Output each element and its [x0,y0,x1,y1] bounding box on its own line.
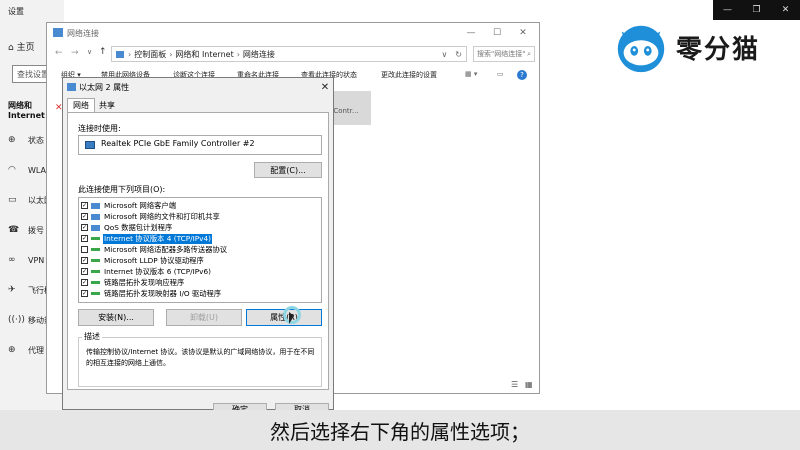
client-icon [91,202,100,209]
brand-name: 零分猫 [676,34,761,65]
address-bar-row: ← → ∨ ↑ › 控制面板 › 网络和 Internet › 网络连接 ∨ ↻… [47,43,539,65]
address-box[interactable]: › 控制面板 › 网络和 Internet › 网络连接 ∨ ↻ [111,46,467,62]
view-options-icon[interactable]: ▦ ▾ [465,70,477,78]
list-item[interactable]: Microsoft 网络适配器多路传送器协议 [81,244,317,255]
explorer-search-input[interactable]: 搜索"网络连接" ⌕ [473,46,535,62]
settings-title: 设置 [8,7,24,16]
list-item[interactable]: ✓ Microsoft 网络的文件和打印机共享 [81,211,317,222]
settings-nav-label: 代理 [28,345,44,355]
change-settings-command[interactable]: 更改此连接的设置 [381,70,437,80]
search-icon: ⌕ [527,49,531,58]
home-icon: ⌂ [8,43,17,53]
explorer-titlebar: 网络连接 — ☐ ✕ [47,23,539,43]
list-item[interactable]: ✓ 链路层拓扑发现映射器 I/O 驱动程序 [81,288,317,299]
ethernet-icon: ▭ [8,195,17,205]
protocol-icon [91,281,100,284]
configure-button[interactable]: 配置(C)... [254,162,322,178]
breadcrumb-control-panel[interactable]: 控制面板 [134,49,166,60]
list-item[interactable]: ✓ 链路层拓扑发现响应程序 [81,277,317,288]
dialog-title: 以太网 2 属性 [79,83,130,92]
address-dropdown-icon[interactable]: ∨ [441,50,447,59]
uninstall-button[interactable]: 卸载(U) [166,309,242,326]
details-view-icon[interactable]: ☰ [511,380,518,389]
explorer-maximize-button[interactable]: ☐ [485,25,509,41]
back-arrow-icon[interactable]: ← [55,48,63,58]
hotspot-icon: ((·)) [8,315,25,325]
settings-nav-label: VPN [28,255,45,265]
list-item[interactable]: ✓ Microsoft LLDP 协议驱动程序 [81,255,317,266]
breadcrumb-network-internet[interactable]: 网络和 Internet [175,49,233,60]
protocol-icon [91,270,100,273]
mouse-pointer-icon [289,312,294,324]
tiles-view-icon[interactable]: ▦ [525,380,533,389]
explorer-title: 网络连接 [67,29,99,38]
brand-logo: 零分猫 [612,16,792,78]
service-icon [91,213,100,220]
item-checkbox[interactable]: ✓ [81,213,88,220]
cat-mascot-icon [617,25,665,73]
item-checkbox[interactable] [81,246,88,253]
vpn-icon: ∞ [8,255,16,265]
refresh-icon[interactable]: ↻ [455,50,462,59]
forward-arrow-icon[interactable]: → [71,48,79,58]
settings-home-link[interactable]: ⌂ 主页 [8,40,35,53]
list-item[interactable]: ✓ Internet 协议版本 6 (TCP/IPv6) [81,266,317,277]
service-icon [91,224,100,231]
network-adapter-icon [85,141,95,149]
protocol-icon [91,248,100,251]
wifi-icon: ◠ [8,165,16,175]
airplane-icon: ✈ [8,285,16,295]
breadcrumb-network-connections[interactable]: 网络连接 [243,49,275,60]
item-checkbox[interactable]: ✓ [81,279,88,286]
protocol-icon [91,259,100,262]
preview-pane-icon[interactable]: ▭ [497,70,504,78]
connect-using-label: 连接时使用: [78,124,121,133]
proxy-icon: ⊕ [8,345,16,355]
subtitle-bar: 然后选择右下角的属性选项； [0,410,800,450]
list-item[interactable]: ✓ Microsoft 网络客户端 [81,200,317,211]
network-tab-panel: 连接时使用: Realtek PCIe GbE Family Controlle… [67,112,329,390]
dialup-icon: ☎ [8,225,20,235]
dialog-close-button[interactable]: ✕ [317,80,333,94]
item-checkbox[interactable]: ✓ [81,202,88,209]
item-checkbox[interactable]: ✓ [81,290,88,297]
items-list[interactable]: ✓ Microsoft 网络客户端 ✓ Microsoft 网络的文件和打印机共享 … [78,197,322,303]
protocol-icon [91,292,100,295]
adapter-name-field: Realtek PCIe GbE Family Controller #2 [78,135,322,155]
item-checkbox[interactable]: ✓ [81,235,88,242]
list-item-ipv4[interactable]: ✓ Internet 协议版本 4 (TCP/IPv4) [81,233,317,244]
globe-icon: ⊕ [8,135,16,145]
dialog-network-icon [67,83,76,91]
help-icon[interactable]: ? [517,70,527,80]
description-legend: 描述 [82,331,102,342]
tab-network[interactable]: 网络 [67,98,95,113]
description-text: 传输控制协议/Internet 协议。该协议是默认的广域网络协议，用于在不同的相… [86,348,315,367]
recent-dropdown-icon[interactable]: ∨ [87,48,92,56]
list-item[interactable]: ✓ QoS 数据包计划程序 [81,222,317,233]
explorer-minimize-button[interactable]: — [459,25,483,41]
network-folder-icon [53,28,63,37]
items-list-label: 此连接使用下列项目(O): [78,185,166,194]
item-checkbox[interactable]: ✓ [81,268,88,275]
explorer-close-button[interactable]: ✕ [511,25,535,41]
subtitle-text: 然后选择右下角的属性选项； [270,419,530,444]
protocol-icon [91,237,100,240]
item-checkbox[interactable]: ✓ [81,224,88,231]
settings-nav-label: 状态 [28,135,44,145]
ethernet-properties-dialog: 以太网 2 属性 ✕ 网络 共享 连接时使用: Realtek PCIe GbE… [62,77,334,415]
up-arrow-icon[interactable]: ↑ [99,47,107,57]
item-checkbox[interactable]: ✓ [81,257,88,264]
settings-nav-label: 拨号 [28,225,44,235]
control-panel-icon [116,50,124,58]
install-button[interactable]: 安装(N)... [78,309,154,326]
